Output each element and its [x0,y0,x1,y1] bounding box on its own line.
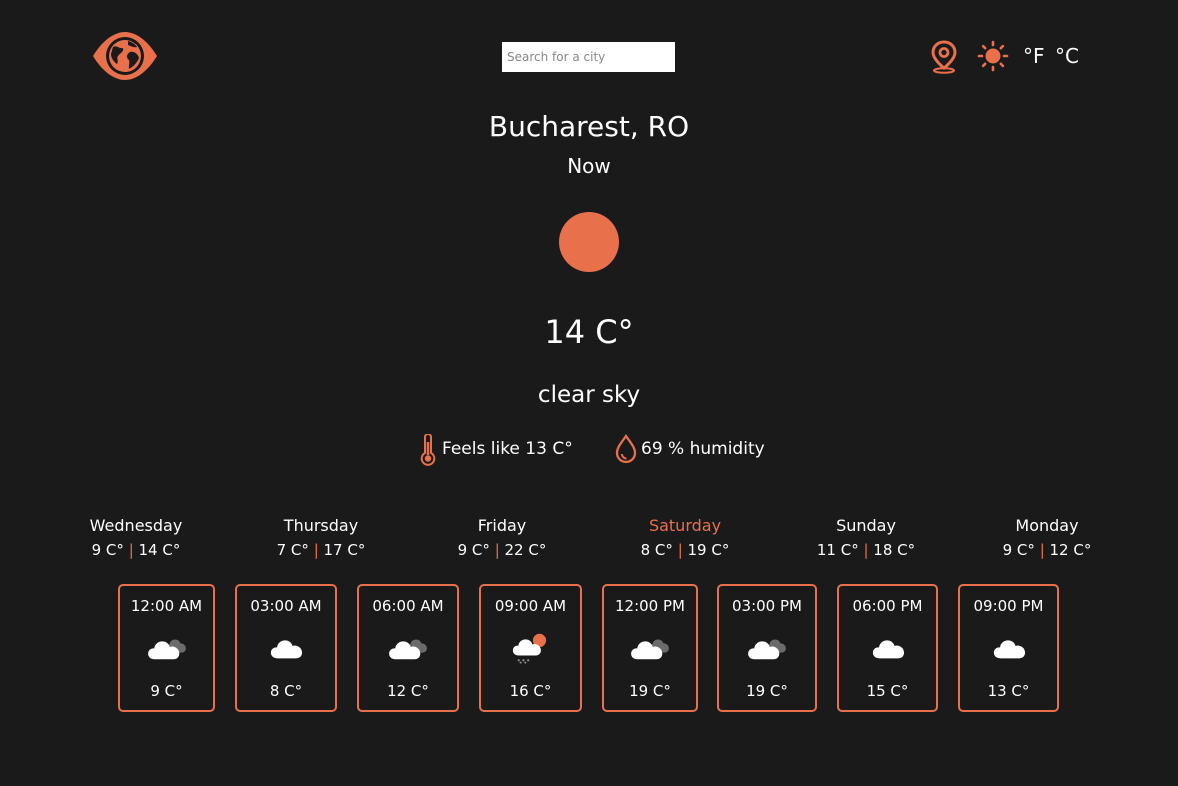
weather-details: Feels like 13 C° 69 % humidity [0,432,1178,466]
day-item[interactable]: Friday 9 C° | 22 C° [432,516,572,560]
eye-globe-icon[interactable] [90,30,160,82]
hour-time: 03:00 AM [250,597,322,615]
hour-temperature: 15 C° [866,682,909,700]
hour-time: 06:00 AM [372,597,444,615]
day-min-temp: 8 C° [640,541,673,559]
day-min-temp: 9 C° [91,541,124,559]
day-item[interactable]: Wednesday 9 C° | 14 C° [66,516,206,560]
hourly-forecast-card: 12:00 PM 19 C° [602,584,698,712]
cloud-icon [985,630,1033,664]
range-separator: | [672,541,688,559]
range-separator: | [308,541,324,559]
day-item[interactable]: Monday 9 C° | 12 C° [977,516,1117,560]
hourly-forecast-card: 06:00 PM 15 C° [837,584,938,712]
thermometer-icon [420,434,436,466]
hourly-forecast-card: 06:00 AM 12 C° [357,584,459,712]
day-name[interactable]: Wednesday [66,516,206,536]
day-name[interactable]: Monday [977,516,1117,536]
day-max-temp: 19 C° [687,541,730,559]
fahrenheit-toggle[interactable]: °F [1023,44,1045,68]
hour-time: 12:00 PM [615,597,685,615]
range-separator: | [489,541,505,559]
hour-temperature: 19 C° [746,682,788,700]
day-min-temp: 7 C° [276,541,309,559]
hourly-forecast-card: 09:00 AM 16 C° [479,584,582,712]
cloud-icon [262,630,310,664]
water-drop-icon [615,434,637,464]
day-temperature-range: 7 C° | 17 C° [251,540,391,560]
hour-temperature: 12 C° [387,682,429,700]
day-max-temp: 22 C° [504,541,547,559]
day-max-temp: 14 C° [138,541,181,559]
day-name[interactable]: Sunday [796,516,936,536]
feels-like-text: Feels like 13 C° [442,439,573,459]
day-temperature-range: 8 C° | 19 C° [615,540,755,560]
hourly-forecast-card: 03:00 PM 19 C° [717,584,817,712]
day-temperature-range: 9 C° | 12 C° [977,540,1117,560]
hour-temperature: 9 C° [150,682,183,700]
cloud-icon [864,630,912,664]
now-label: Now [567,154,611,178]
weather-description: clear sky [537,382,641,408]
hour-temperature: 19 C° [629,682,671,700]
humidity-text: 69 % humidity [641,439,765,459]
hour-time: 06:00 PM [852,597,923,615]
hour-time: 12:00 AM [130,597,203,615]
day-min-temp: 9 C° [1002,541,1035,559]
sun-icon[interactable] [977,40,1009,72]
light-rain-sun-icon [507,630,555,664]
hourly-forecast-card: 09:00 PM 13 C° [958,584,1059,712]
day-min-temp: 9 C° [457,541,490,559]
broken-clouds-icon [743,630,791,664]
day-max-temp: 18 C° [873,541,916,559]
hour-temperature: 16 C° [509,682,552,700]
day-temperature-range: 9 C° | 22 C° [432,540,572,560]
day-max-temp: 12 C° [1049,541,1092,559]
sun-icon [559,212,619,272]
day-item[interactable]: Saturday 8 C° | 19 C° [615,516,755,560]
day-temperature-range: 11 C° | 18 C° [796,540,936,560]
current-temperature: 14 C° [544,313,634,351]
day-name[interactable]: Saturday [615,516,755,536]
hour-time: 03:00 PM [732,597,802,615]
range-separator: | [858,541,874,559]
day-max-temp: 17 C° [323,541,366,559]
broken-clouds-icon [626,630,674,664]
hour-temperature: 8 C° [269,682,303,700]
hourly-forecast-card: 12:00 AM 9 C° [118,584,215,712]
broken-clouds-icon [384,630,432,664]
hour-time: 09:00 AM [494,597,567,615]
celsius-toggle[interactable]: °C [1055,44,1079,68]
hour-time: 09:00 PM [973,597,1044,615]
hourly-forecast-card: 03:00 AM 8 C° [235,584,337,712]
header: °F °C [0,0,1178,110]
range-separator: | [1034,541,1050,559]
hour-temperature: 13 C° [987,682,1030,700]
day-name[interactable]: Friday [432,516,572,536]
day-name[interactable]: Thursday [251,516,391,536]
search-input[interactable] [502,42,675,72]
day-min-temp: 11 C° [816,541,859,559]
city-title: Bucharest, RO [488,110,690,143]
day-item[interactable]: Thursday 7 C° | 17 C° [251,516,391,560]
range-separator: | [123,541,139,559]
day-item[interactable]: Sunday 11 C° | 18 C° [796,516,936,560]
broken-clouds-icon [143,630,191,664]
day-temperature-range: 9 C° | 14 C° [66,540,206,560]
map-pin-icon[interactable] [930,40,958,74]
